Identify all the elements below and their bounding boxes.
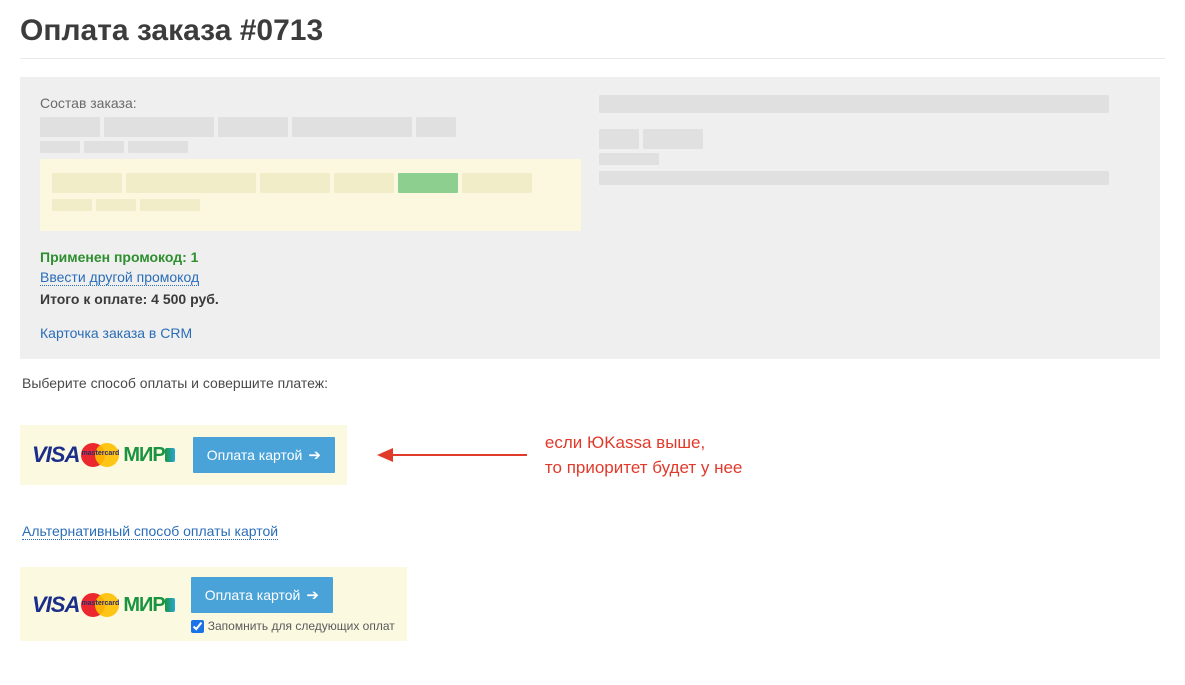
redacted-line [40,141,581,153]
remember-checkbox-row[interactable]: Запомнить для следующих оплат [191,619,395,633]
annotation-arrow-icon [377,443,527,467]
remember-checkbox[interactable] [191,620,204,633]
enter-other-promo-link[interactable]: Ввести другой промокод [40,269,199,286]
alternative-card-payment-option: VISA mastercard МИР Оплата картой ➔ Запо… [20,567,407,641]
choose-method-label: Выберите способ оплаты и совершите плате… [22,375,1165,391]
total-label: Итого к оплате: 4 500 руб. [40,291,581,307]
visa-icon: VISA [32,592,79,618]
redacted-line [599,171,1140,185]
mir-icon: МИР [123,594,174,617]
pay-by-card-button-alt[interactable]: Оплата картой ➔ [191,577,333,613]
redacted-line [599,129,1140,149]
crm-link[interactable]: Карточка заказа в CRM [40,325,192,341]
redacted-line [40,117,581,137]
visa-icon: VISA [32,442,79,468]
annotation-line-1: если ЮKassa выше, [545,430,742,456]
remember-label: Запомнить для следующих оплат [208,619,395,633]
composition-label: Состав заказа: [40,95,581,111]
redacted-line [599,153,1140,165]
redacted-line [599,95,1140,113]
promo-applied-text: Применен промокод: 1 [40,249,581,265]
card-payment-option: VISA mastercard МИР Оплата картой ➔ [20,425,347,485]
mastercard-icon: mastercard [81,443,119,467]
pay-by-card-button[interactable]: Оплата картой ➔ [193,437,335,473]
annotation-line-2: то приоритет будет у нее [545,455,742,481]
divider [20,58,1165,59]
card-brands: VISA mastercard МИР [32,442,175,468]
arrow-right-icon: ➔ [308,448,321,463]
card-brands: VISA mastercard МИР [32,592,175,618]
primary-payment-row: VISA mastercard МИР Оплата картой ➔ если… [20,425,1165,485]
arrow-right-icon: ➔ [306,588,319,603]
alternative-card-payment-link[interactable]: Альтернативный способ оплаты картой [22,523,278,540]
page-title: Оплата заказа #0713 [20,14,1165,48]
annotation: если ЮKassa выше, то приоритет будет у н… [377,430,742,481]
highlighted-item [40,159,581,231]
mir-icon: МИР [123,444,174,467]
mastercard-icon: mastercard [81,593,119,617]
order-summary-box: Состав заказа: [20,77,1160,359]
